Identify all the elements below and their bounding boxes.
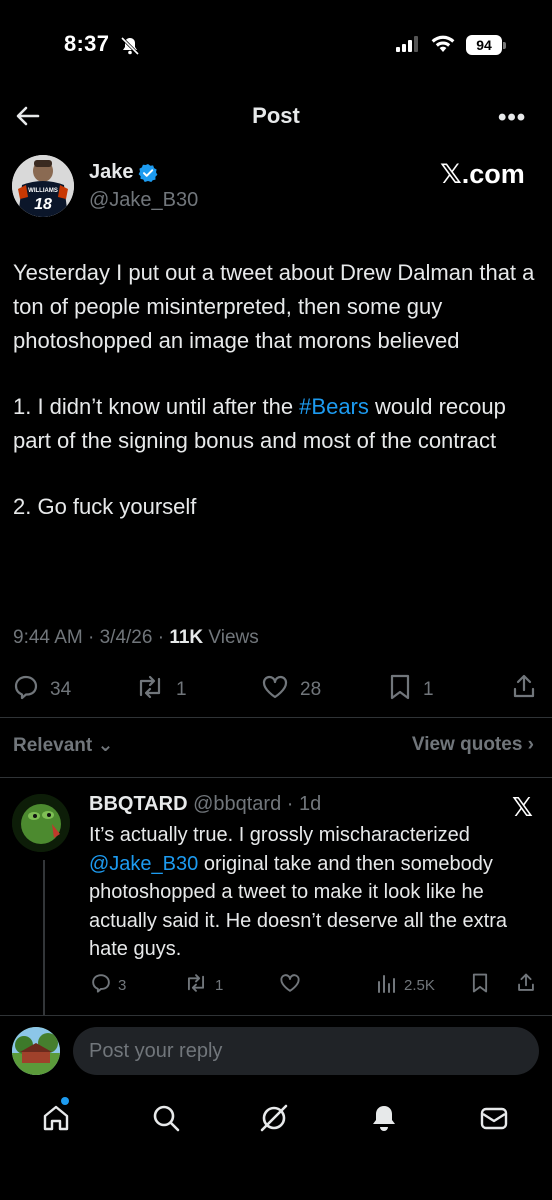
reply-author-name[interactable]: BBQTARD (89, 793, 188, 815)
reply-reply-button[interactable]: 3 (90, 972, 126, 998)
jersey-number: 18 (34, 196, 52, 213)
bookmark-button[interactable]: 1 (387, 673, 434, 707)
view-quotes-label: View quotes (411, 734, 523, 755)
like-button[interactable]: 28 (260, 673, 321, 707)
repost-button[interactable]: 1 (134, 673, 187, 707)
reply-author-handle[interactable]: @bbqtard (193, 793, 281, 815)
post-paragraph-2-start: 1. I didn’t know until after the (13, 394, 300, 419)
thread-line (43, 860, 45, 1015)
x-brand-logo: 𝕏.com (440, 159, 525, 189)
bookmark-icon (470, 972, 490, 998)
repost-icon (183, 972, 209, 998)
silent-mode-icon (120, 36, 140, 61)
like-icon (278, 972, 302, 998)
battery-nub (503, 42, 506, 49)
reply-text: It’s actually true. I grossly mischaract… (89, 821, 539, 964)
post-paragraph-3: 2. Go fuck yourself (13, 494, 197, 519)
author-handle[interactable]: @Jake_B30 (89, 189, 198, 212)
mention-link[interactable]: @Jake_B30 (89, 853, 198, 875)
search-icon[interactable] (150, 1102, 182, 1139)
repost-count: 1 (176, 679, 187, 700)
status-time: 8:37 (64, 31, 110, 56)
reply-input[interactable] (73, 1027, 539, 1075)
relevant-label: Relevant (13, 735, 93, 756)
post-meta: 9:44 AM · 3/4/26 · 11K Views (13, 627, 259, 648)
more-icon[interactable]: ••• (498, 104, 526, 132)
verified-icon (138, 163, 158, 188)
reply-reply-count: 3 (118, 976, 127, 994)
reply-like-button[interactable] (278, 972, 302, 998)
reply-icon (90, 972, 112, 998)
bookmark-count: 1 (423, 679, 434, 700)
battery-level: 94 (466, 35, 502, 55)
status-bar: 8:37 94 (0, 0, 552, 90)
chevron-right-icon: › (527, 734, 534, 755)
views-count: 11K (169, 627, 204, 648)
compose-avatar[interactable] (12, 1027, 60, 1075)
reply-bookmark-button[interactable] (470, 972, 490, 998)
reply-views-button[interactable]: 2.5K (376, 972, 435, 998)
views-label: Views (208, 627, 259, 648)
like-count: 28 (300, 679, 322, 700)
reply-icon (12, 673, 40, 707)
grok-icon[interactable] (258, 1102, 290, 1139)
x-logo-icon: 𝕏 (512, 792, 533, 822)
reply-count: 34 (50, 679, 72, 700)
reply-repost-button[interactable]: 1 (183, 972, 223, 998)
relevant-filter[interactable]: Relevant ⌄ (13, 734, 113, 757)
post-paragraph-1: Yesterday I put out a tweet about Drew D… (13, 260, 535, 353)
share-icon (511, 673, 537, 707)
bookmark-icon (387, 673, 413, 707)
author-name[interactable]: Jake (89, 161, 134, 184)
author-avatar[interactable]: WILLIAMS 18 (12, 155, 74, 217)
reply-text-start: It’s actually true. I grossly mischaract… (89, 824, 470, 846)
reply-repost-count: 1 (215, 976, 224, 994)
reply-avatar[interactable] (12, 794, 70, 852)
wifi-icon (430, 35, 456, 58)
cellular-signal-icon (396, 36, 422, 57)
view-quotes-link[interactable]: View quotes › (412, 734, 534, 756)
post-paragraph-2: 1. I didn’t know until after the #Bears … (13, 390, 543, 458)
home-icon[interactable] (40, 1102, 72, 1139)
chevron-down-icon: ⌄ (97, 735, 114, 756)
messages-icon[interactable] (478, 1102, 510, 1139)
share-icon (516, 972, 536, 998)
jersey-name: WILLIAMS (28, 188, 58, 194)
hashtag-bears[interactable]: #Bears (299, 394, 369, 419)
post-time: 9:44 AM (13, 627, 83, 648)
share-button[interactable] (511, 673, 537, 707)
home-notification-dot (61, 1097, 69, 1105)
repost-icon (134, 673, 166, 707)
reply-header: BBQTARD @bbqtard · 1d (89, 793, 322, 815)
post-date: 3/4/26 (99, 627, 153, 648)
reply-share-button[interactable] (516, 972, 536, 998)
divider (0, 1015, 552, 1016)
divider (0, 777, 552, 778)
reply-views-count: 2.5K (404, 976, 435, 994)
page-title: Post (252, 103, 300, 128)
divider (0, 717, 552, 718)
notifications-icon[interactable] (368, 1102, 400, 1139)
reply-button[interactable]: 34 (12, 673, 71, 707)
like-icon (260, 673, 290, 707)
reply-age: 1d (299, 793, 322, 815)
views-icon (376, 972, 398, 998)
post-text: Yesterday I put out a tweet about Drew D… (13, 256, 543, 556)
